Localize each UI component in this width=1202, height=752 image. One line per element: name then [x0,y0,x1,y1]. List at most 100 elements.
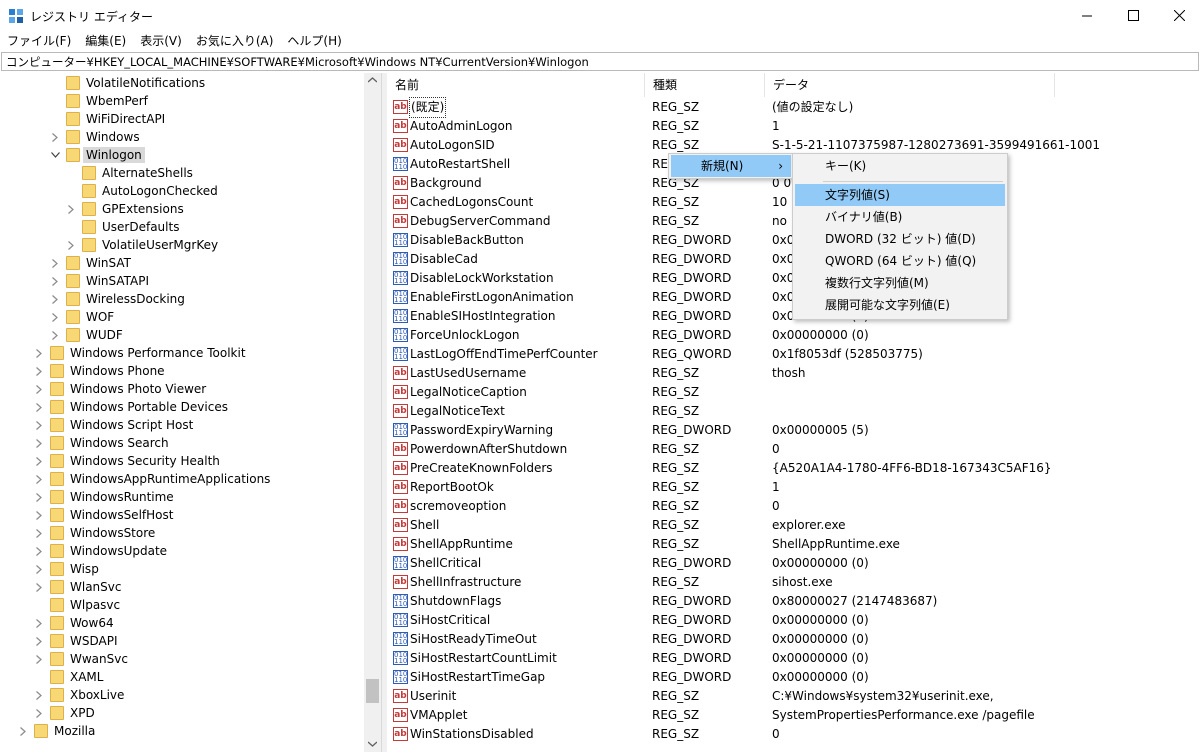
value-row[interactable]: ab scremoveoption REG_SZ 0 [387,497,1202,516]
column-header-data[interactable]: データ [765,73,1055,97]
tree-item[interactable]: Windows [50,128,143,146]
chevron-right-icon[interactable] [50,129,60,145]
column-header-name[interactable]: 名前 [387,73,645,97]
column-header-type[interactable]: 種類 [645,73,765,97]
tree-item[interactable]: WindowsRuntime [34,488,177,506]
tree-item[interactable]: WindowsSelfHost [34,506,176,524]
chevron-right-icon[interactable] [34,705,44,721]
tree-item[interactable]: WirelessDocking [50,290,188,308]
scroll-up-icon[interactable] [368,77,377,83]
tree-item[interactable]: AutoLogonChecked [66,182,221,200]
tree-item[interactable]: VolatileNotifications [50,74,208,92]
value-row[interactable]: ab LastUsedUsername REG_SZ thosh [387,364,1202,383]
tree-item[interactable]: XboxLive [34,686,127,704]
chevron-right-icon[interactable] [34,489,44,505]
tree-item[interactable]: Windows Portable Devices [34,398,231,416]
chevron-right-icon[interactable] [34,633,44,649]
minimize-button[interactable] [1064,0,1110,31]
chevron-right-icon[interactable] [34,453,44,469]
value-row[interactable]: ab ReportBootOk REG_SZ 1 [387,478,1202,497]
submenu-key[interactable]: キー(K) [795,155,1005,177]
tree-item[interactable]: XAML [34,668,106,686]
tree-item[interactable]: Windows Phone [34,362,168,380]
chevron-right-icon[interactable] [34,381,44,397]
tree-item[interactable]: WUDF [50,326,126,344]
value-row[interactable]: 010 110 ForceUnlockLogon REG_DWORD 0x000000… [387,326,1202,345]
tree-item[interactable]: Windows Security Health [34,452,223,470]
tree-item[interactable]: Windows Performance Toolkit [34,344,249,362]
chevron-right-icon[interactable] [66,201,76,217]
chevron-right-icon[interactable] [34,345,44,361]
value-row[interactable]: 010 110 ShutdownFlags REG_DWORD 0x80000027 … [387,592,1202,611]
scroll-down-icon[interactable] [368,741,377,747]
tree-item[interactable]: Windows Search [34,434,172,452]
value-row[interactable]: 010 110 SiHostRestartCountLimit REG_DWORD 0… [387,649,1202,668]
value-row[interactable]: ab Userinit REG_SZ C:¥Windows¥system32¥user… [387,687,1202,706]
chevron-down-icon[interactable] [50,147,60,163]
value-row[interactable]: ab VMApplet REG_SZ SystemPropertiesPerforma… [387,706,1202,725]
tree-item[interactable]: WinSAT [50,254,134,272]
chevron-right-icon[interactable] [34,507,44,523]
value-row[interactable]: 010 110 SiHostRestartTimeGap REG_DWORD 0x00… [387,668,1202,687]
menu-edit[interactable]: 編集(E) [78,31,133,51]
submenu-multistring-value[interactable]: 複数行文字列値(M) [795,272,1005,294]
value-row[interactable]: 010 110 LastLogOffEndTimePerfCounter REG_Q… [387,345,1202,364]
menu-view[interactable]: 表示(V) [133,31,189,51]
tree-item[interactable]: Wlpasvc [34,596,123,614]
chevron-right-icon[interactable] [66,237,76,253]
chevron-right-icon[interactable] [34,561,44,577]
tree-item[interactable]: WinSATAPI [50,272,152,290]
tree-item[interactable]: WSDAPI [34,632,121,650]
value-row[interactable]: ab (既定) REG_SZ (値の設定なし) [387,97,1202,118]
tree-item[interactable]: WiFiDirectAPI [50,110,168,128]
chevron-right-icon[interactable] [34,471,44,487]
chevron-right-icon[interactable] [50,273,60,289]
context-menu-new[interactable]: 新規(N) › [671,155,791,177]
tree-item[interactable]: Winlogon [50,146,145,164]
tree-item[interactable]: Windows Photo Viewer [34,380,209,398]
submenu-dword-value[interactable]: DWORD (32 ビット) 値(D) [795,228,1005,250]
close-button[interactable] [1156,0,1202,31]
value-row[interactable]: 010 110 SiHostCritical REG_DWORD 0x00000000… [387,611,1202,630]
value-row[interactable]: ab LegalNoticeCaption REG_SZ [387,383,1202,402]
tree-item[interactable]: WindowsUpdate [34,542,170,560]
tree-item[interactable]: Wow64 [34,614,117,632]
chevron-right-icon[interactable] [50,255,60,271]
tree-item[interactable]: WbemPerf [50,92,151,110]
value-row[interactable]: 010 110 PasswordExpiryWarning REG_DWORD 0x0… [387,421,1202,440]
menu-favorites[interactable]: お気に入り(A) [189,31,281,51]
chevron-right-icon[interactable] [34,615,44,631]
chevron-right-icon[interactable] [34,417,44,433]
tree-item[interactable]: WlanSvc [34,578,124,596]
chevron-right-icon[interactable] [34,651,44,667]
value-row[interactable]: ab WinStationsDisabled REG_SZ 0 [387,725,1202,744]
menu-help[interactable]: ヘルプ(H) [280,31,348,51]
value-row[interactable]: 010 110 ShellCritical REG_DWORD 0x00000000 … [387,554,1202,573]
tree-scrollbar-thumb[interactable] [366,679,379,703]
chevron-right-icon[interactable] [50,291,60,307]
address-bar[interactable]: コンピューター¥HKEY_LOCAL_MACHINE¥SOFTWARE¥Micr… [1,52,1199,71]
tree-item[interactable]: GPExtensions [66,200,187,218]
chevron-right-icon[interactable] [34,363,44,379]
value-row[interactable]: ab LegalNoticeText REG_SZ [387,402,1202,421]
chevron-right-icon[interactable] [50,327,60,343]
tree-item[interactable]: AlternateShells [66,164,196,182]
tree-item[interactable]: UserDefaults [66,218,182,236]
tree-item[interactable]: WOF [50,308,117,326]
menu-file[interactable]: ファイル(F) [0,31,78,51]
submenu-qword-value[interactable]: QWORD (64 ビット) 値(Q) [795,250,1005,272]
tree-item[interactable]: WwanSvc [34,650,131,668]
chevron-right-icon[interactable] [34,687,44,703]
chevron-right-icon[interactable] [34,399,44,415]
tree-item[interactable]: WindowsStore [34,524,158,542]
value-row[interactable]: ab Shell REG_SZ explorer.exe [387,516,1202,535]
submenu-string-value[interactable]: 文字列値(S) [795,184,1005,206]
submenu-expandable-string-value[interactable]: 展開可能な文字列値(E) [795,294,1005,316]
value-row[interactable]: ab PowerdownAfterShutdown REG_SZ 0 [387,440,1202,459]
submenu-binary-value[interactable]: バイナリ値(B) [795,206,1005,228]
tree-item[interactable]: Wisp [34,560,102,578]
chevron-right-icon[interactable] [34,543,44,559]
tree-scrollbar[interactable] [364,73,381,752]
chevron-right-icon[interactable] [34,435,44,451]
tree-item[interactable]: Mozilla [18,722,98,740]
